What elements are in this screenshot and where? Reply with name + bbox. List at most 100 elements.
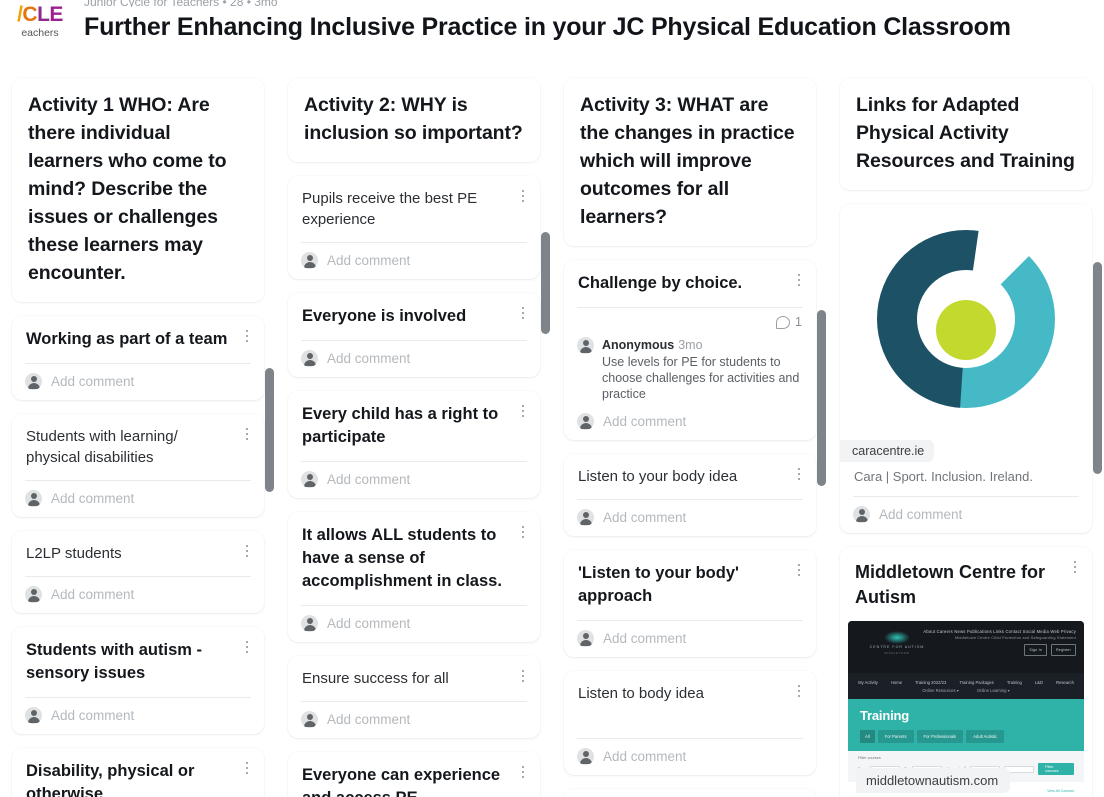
site-logo-subtext: MIDDLETOWN — [884, 651, 910, 655]
site-auth-buttons: Sign In Register — [923, 644, 1076, 656]
post-card[interactable]: Differentiation within classesAdd commen… — [564, 789, 816, 797]
card-options-icon[interactable] — [239, 424, 255, 444]
add-comment-input[interactable]: Add comment — [288, 341, 540, 377]
page-title: Further Enhancing Inclusive Practice in … — [84, 13, 1011, 41]
nav-item[interactable]: L&D — [1035, 680, 1043, 685]
dot — [245, 549, 249, 553]
nav-item[interactable]: Online Learning ▾ — [977, 688, 1010, 693]
post-card-body: Working as part of a team — [12, 316, 264, 363]
avatar — [577, 748, 594, 765]
post-card[interactable]: L2LP students Add comment — [12, 531, 264, 613]
dot — [797, 689, 801, 693]
add-comment-input[interactable]: Add comment — [12, 364, 264, 400]
post-card-body: L2LP students — [12, 531, 264, 576]
dot — [521, 535, 525, 539]
dot — [797, 684, 801, 688]
post-card[interactable]: Listen to your body idea Add comment — [564, 454, 816, 536]
post-card[interactable]: Listen to body idea Add comment — [564, 671, 816, 775]
column-scrollbar[interactable] — [817, 310, 826, 486]
column-heading-card: Activity 3: WHAT are the changes in prac… — [564, 78, 816, 246]
add-comment-input[interactable]: Add comment — [564, 739, 816, 775]
post-card[interactable]: Ensure success for all Add comment — [288, 656, 540, 738]
add-comment-input[interactable]: Add comment — [564, 404, 816, 440]
add-comment-input[interactable]: Add comment — [288, 462, 540, 498]
hero-tab[interactable]: For Parents — [877, 730, 914, 743]
column-scrollbar[interactable] — [265, 368, 274, 492]
card-options-icon[interactable] — [239, 637, 255, 657]
card-options-icon[interactable] — [791, 464, 807, 484]
add-comment-input[interactable]: Add comment — [288, 243, 540, 279]
add-comment-input[interactable]: Add comment — [12, 481, 264, 517]
card-options-icon[interactable] — [515, 303, 531, 323]
post-card[interactable]: Students with autism - sensory issues Add… — [12, 627, 264, 734]
add-comment-placeholder: Add comment — [603, 749, 687, 764]
nav-item[interactable]: My Activity — [858, 680, 878, 685]
card-options-icon[interactable] — [515, 522, 531, 542]
card-options-icon[interactable] — [791, 560, 807, 580]
dot — [797, 273, 801, 277]
avatar — [301, 615, 318, 632]
add-comment-input[interactable]: Add comment — [564, 500, 816, 536]
post-card[interactable]: Every child has a right to participate Ad… — [288, 391, 540, 498]
column-scrollbar[interactable] — [1093, 262, 1102, 474]
nav-item[interactable]: Online Resources ▾ — [922, 688, 959, 693]
add-comment-input[interactable]: Add comment — [564, 621, 816, 657]
filter-submit-button[interactable]: Filter courses — [1038, 763, 1074, 775]
card-options-icon[interactable] — [239, 326, 255, 346]
logo-subtext: eachers — [21, 26, 59, 39]
course-list-link[interactable]: View All Courses — [1047, 789, 1074, 793]
card-options-icon[interactable] — [239, 758, 255, 778]
post-card-body: Everyone can experience and access PE — [288, 752, 540, 797]
card-options-icon[interactable] — [239, 541, 255, 561]
post-card[interactable]: Pupils receive the best PE experience Add… — [288, 176, 540, 279]
card-options-icon[interactable] — [791, 270, 807, 290]
add-comment-input[interactable]: Add comment — [288, 606, 540, 642]
add-comment-input[interactable]: Add comment — [840, 497, 1092, 533]
card-options-icon[interactable] — [515, 401, 531, 421]
nav-item[interactable]: Training Packages — [959, 680, 994, 685]
link-card[interactable]: caracentre.ie Cara | Sport. Inclusion. Ir… — [840, 204, 1092, 533]
add-comment-input[interactable]: Add comment — [12, 577, 264, 613]
dot — [521, 194, 525, 198]
link-description: Cara | Sport. Inclusion. Ireland. — [854, 469, 1033, 484]
post-card-body: Everyone is involved — [288, 293, 540, 340]
hero-tab[interactable]: Adult Autistic — [966, 730, 1005, 743]
card-options-icon[interactable] — [515, 666, 531, 686]
post-card[interactable]: Challenge by choice. 1 Anonymous 3mo Use lev… — [564, 260, 816, 440]
sign-in-button[interactable]: Sign In — [1024, 644, 1048, 656]
column-scrollbar[interactable] — [541, 232, 550, 334]
post-card[interactable]: Working as part of a team Add comment — [12, 316, 264, 400]
post-card[interactable]: Disability, physical or otherwiseAdd com… — [12, 748, 264, 797]
card-options-icon[interactable] — [515, 186, 531, 206]
dot — [521, 530, 525, 534]
post-card[interactable]: 'Listen to your body' approach Add commen… — [564, 550, 816, 657]
add-comment-input[interactable]: Add comment — [288, 702, 540, 738]
comment-count[interactable]: 1 — [564, 308, 816, 332]
post-card-title: Everyone is involved — [302, 307, 467, 325]
nav-item[interactable]: Training — [1007, 680, 1022, 685]
card-options-icon[interactable] — [515, 762, 531, 782]
add-comment-input[interactable]: Add comment — [12, 698, 264, 734]
hero-tab[interactable]: For Professionals — [916, 730, 964, 743]
add-comment-placeholder: Add comment — [327, 472, 411, 487]
register-button[interactable]: Register — [1051, 644, 1076, 656]
card-options-icon[interactable] — [791, 681, 807, 701]
dot — [797, 472, 801, 476]
dot — [521, 775, 525, 779]
dot — [797, 477, 801, 481]
nav-item[interactable]: Training 2022/23 — [915, 680, 946, 685]
card-options-icon[interactable] — [1067, 557, 1083, 577]
nav-item[interactable]: Research — [1056, 680, 1074, 685]
link-card[interactable]: Middletown Centre for Autism CENTRE FOR A… — [840, 547, 1092, 797]
nav-item[interactable]: Home — [891, 680, 902, 685]
post-card[interactable]: It allows ALL students to have a sense o… — [288, 512, 540, 642]
site-utility-nav-row1: About Careers News Publications Links Co… — [923, 629, 1076, 634]
site-logo-glow — [884, 631, 910, 644]
post-card[interactable]: Everyone is involved Add comment — [288, 293, 540, 377]
hero-tab[interactable]: All — [860, 730, 875, 743]
avatar — [577, 337, 594, 354]
dot — [245, 432, 249, 436]
cara-logo-thumbnail — [840, 204, 1092, 434]
post-card[interactable]: Students with learning/ physical disabil… — [12, 414, 264, 517]
post-card[interactable]: Everyone can experience and access PEAdd… — [288, 752, 540, 797]
